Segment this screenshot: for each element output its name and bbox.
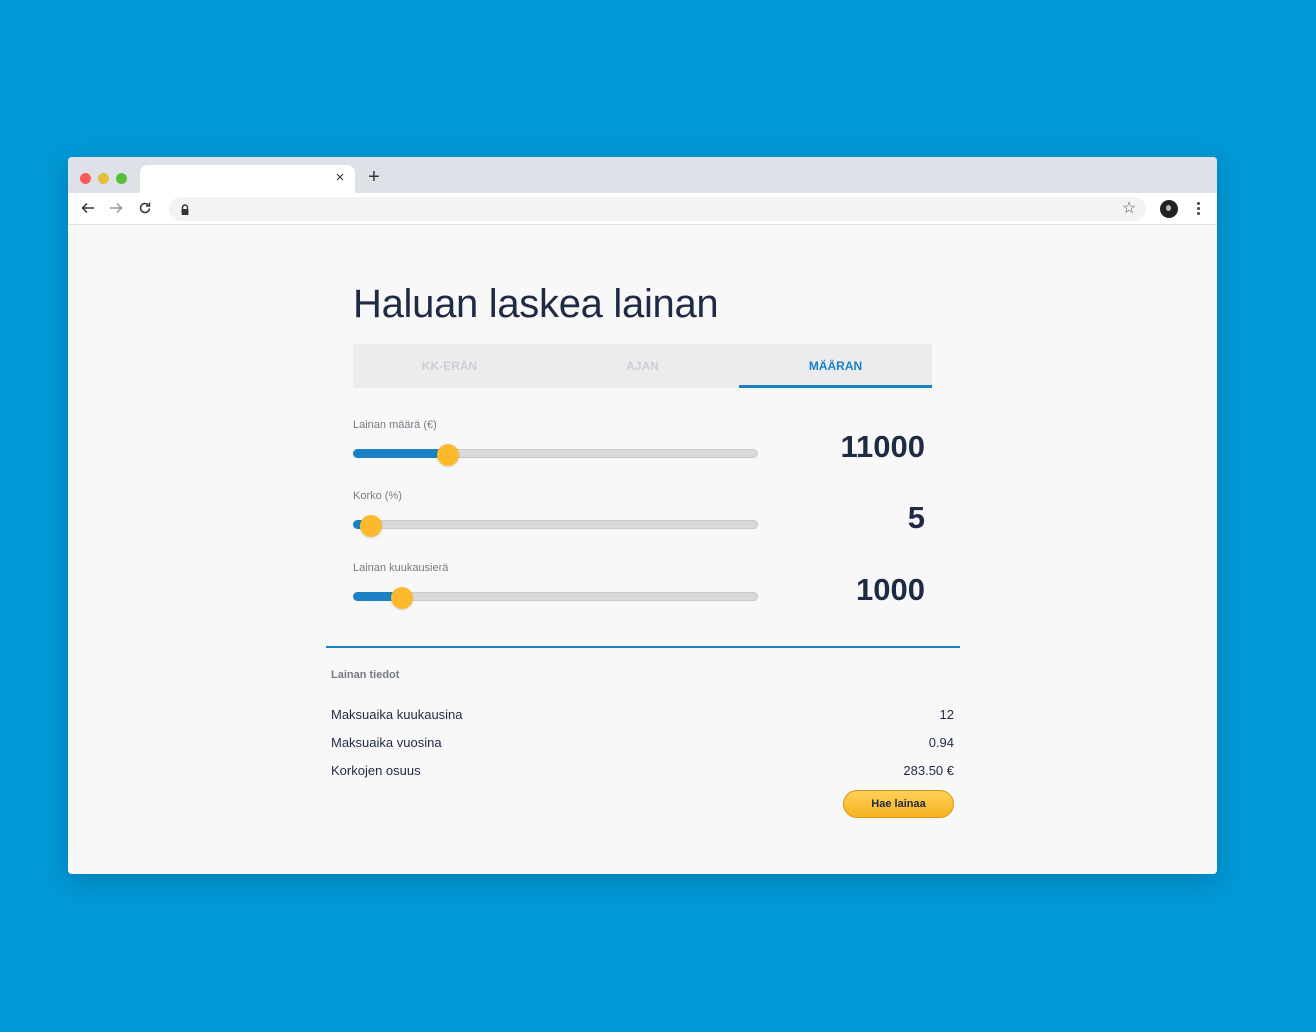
minimize-window-button[interactable] <box>98 173 109 184</box>
interest-thumb[interactable] <box>360 515 382 537</box>
loan-amount-fill <box>353 449 448 458</box>
maximize-window-button[interactable] <box>116 173 127 184</box>
info-row-label: Maksuaika kuukausina <box>331 707 463 722</box>
monthly-payment-slider-block: Lainan kuukausierä 1000 <box>353 562 932 622</box>
browser-window: × + ☆ Haluan laskea lainan KK-ERÄN AJAN … <box>68 157 1217 874</box>
tab-strip: × + <box>68 157 1217 193</box>
section-divider <box>326 646 960 648</box>
page-content: Haluan laskea lainan KK-ERÄN AJAN MÄÄRAN… <box>68 226 1217 874</box>
monthly-payment-value: 1000 <box>856 572 925 607</box>
lock-icon <box>180 203 190 215</box>
info-row-value: 283.50 € <box>903 763 954 778</box>
apply-loan-button[interactable]: Hae lainaa <box>843 790 954 818</box>
tab-kk-eran[interactable]: KK-ERÄN <box>353 344 546 388</box>
info-row-value: 0.94 <box>928 735 954 750</box>
interest-label: Korko (%) <box>353 490 402 502</box>
info-row-months: Maksuaika kuukausina 12 <box>331 707 954 727</box>
info-row-years: Maksuaika vuosina 0.94 <box>331 735 954 755</box>
browser-tab[interactable]: × <box>140 165 355 193</box>
monthly-payment-thumb[interactable] <box>391 587 413 609</box>
tab-maaran[interactable]: MÄÄRAN <box>739 344 932 388</box>
info-row-value: 12 <box>939 707 954 722</box>
monthly-payment-track[interactable] <box>353 592 758 601</box>
reload-icon[interactable] <box>134 198 156 220</box>
browser-menu-icon[interactable] <box>1189 199 1207 219</box>
info-row-label: Korkojen osuus <box>331 763 421 778</box>
address-bar[interactable]: ☆ <box>169 197 1146 221</box>
loan-amount-track[interactable] <box>353 449 758 458</box>
close-tab-icon[interactable]: × <box>331 169 349 187</box>
profile-avatar[interactable] <box>1160 200 1178 218</box>
bookmark-star-icon[interactable]: ☆ <box>1120 199 1138 219</box>
mode-tabs: KK-ERÄN AJAN MÄÄRAN <box>353 344 932 388</box>
close-window-button[interactable] <box>80 173 91 184</box>
back-arrow-icon[interactable] <box>77 198 99 220</box>
interest-value: 5 <box>907 500 925 535</box>
info-row-label: Maksuaika vuosina <box>331 735 442 750</box>
tab-ajan[interactable]: AJAN <box>546 344 739 388</box>
loan-amount-thumb[interactable] <box>437 444 459 466</box>
browser-toolbar: ☆ <box>68 193 1217 225</box>
monthly-payment-label: Lainan kuukausierä <box>353 562 449 574</box>
new-tab-button[interactable]: + <box>364 167 384 187</box>
interest-slider-block: Korko (%) 5 <box>353 490 932 550</box>
loan-amount-slider-block: Lainan määrä (€) 11000 <box>353 419 932 479</box>
info-row-interest: Korkojen osuus 283.50 € <box>331 763 954 783</box>
page-title: Haluan laskea lainan <box>353 282 719 326</box>
loan-amount-value: 11000 <box>840 429 926 464</box>
interest-track[interactable] <box>353 520 758 529</box>
forward-arrow-icon[interactable] <box>105 198 127 220</box>
loan-info-heading: Lainan tiedot <box>331 669 400 681</box>
loan-amount-label: Lainan määrä (€) <box>353 419 437 431</box>
